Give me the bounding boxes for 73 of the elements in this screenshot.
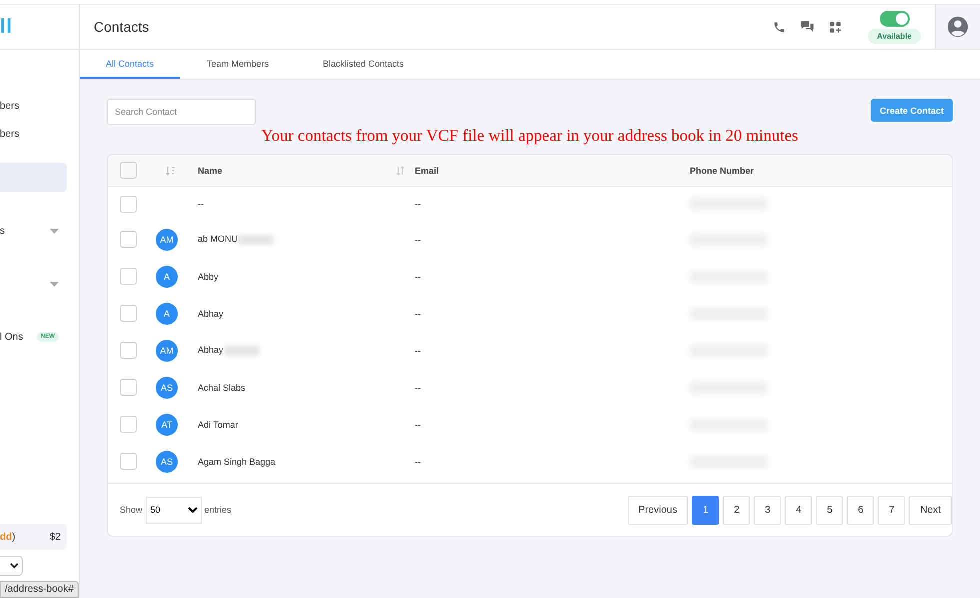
entries-label: entries <box>204 505 232 515</box>
user-avatar-icon[interactable] <box>947 16 969 38</box>
logo: ll <box>0 16 14 38</box>
contact-name: Abby <box>198 272 219 282</box>
availability-toggle[interactable] <box>880 10 910 26</box>
page-title: Contacts <box>94 19 150 35</box>
contact-name: Abhay <box>198 308 224 318</box>
table-cell-text: -- <box>415 308 422 318</box>
table-cell-text: -- <box>415 346 422 356</box>
sidebar-item[interactable]: bers <box>0 92 67 120</box>
column-header: Email <box>415 166 440 176</box>
show-label: Show <box>120 505 143 515</box>
table-cell-text: -- <box>415 234 422 244</box>
contact-name: ab MONU <box>198 234 238 244</box>
tab[interactable]: Team Members <box>180 50 296 79</box>
row-checkbox[interactable] <box>120 305 137 322</box>
sidebar-label: bers <box>0 128 20 140</box>
avatar: AT <box>156 414 178 436</box>
sidebar-item[interactable]: bers <box>0 120 67 148</box>
caret-icon <box>50 228 59 234</box>
avatar: AM <box>156 340 178 362</box>
contact-name: Achal Slabs <box>198 382 246 392</box>
page-button[interactable]: 2 <box>723 496 750 524</box>
contact-name: Agam Singh Bagga <box>198 456 276 466</box>
tab[interactable]: All Contacts <box>80 50 180 79</box>
row-checkbox[interactable] <box>120 379 137 396</box>
avatar: A <box>156 266 178 288</box>
sort-icon[interactable] <box>396 166 405 176</box>
select-all-checkbox[interactable] <box>120 162 137 179</box>
row-checkbox[interactable] <box>120 196 137 212</box>
page-button[interactable]: 7 <box>878 496 906 524</box>
sidebar-item[interactable]: s <box>0 217 67 245</box>
credit-link[interactable]: dd) <box>0 532 16 542</box>
row-checkbox[interactable] <box>120 231 137 248</box>
avatar: AM <box>156 228 178 250</box>
table-cell-text: -- <box>415 272 422 282</box>
page-button[interactable]: 5 <box>816 496 844 524</box>
sidebar-label: s <box>0 226 5 236</box>
column-header: Name <box>198 166 223 176</box>
search-field[interactable]: Search Contact <box>107 99 256 125</box>
sort-icon[interactable] <box>166 166 176 176</box>
page-button[interactable]: Previous <box>628 496 688 524</box>
page-button[interactable]: 3 <box>754 496 782 524</box>
contact-name: Abhay <box>198 345 224 356</box>
entries-select[interactable]: 50 <box>146 496 202 524</box>
avatar: AS <box>156 376 178 398</box>
column-header: Phone Number <box>690 166 756 176</box>
sidebar-select[interactable] <box>0 556 23 576</box>
contact-name: Adi Tomar <box>198 420 238 430</box>
table-cell-text: -- <box>415 420 422 430</box>
table-cell-text: -- <box>415 382 422 392</box>
avatar: A <box>156 302 178 324</box>
page-button[interactable]: 4 <box>785 496 812 524</box>
status-url: /address-book# <box>0 581 79 598</box>
row-checkbox[interactable] <box>120 416 137 433</box>
chevron-down-icon <box>10 563 19 569</box>
avatar: AS <box>156 450 178 472</box>
status-badge: Available <box>868 28 921 44</box>
contact-name: -- <box>198 199 204 209</box>
notice-text: Your contacts from your VCF file will appear in your address book in 20 minutes <box>260 126 800 146</box>
table-cell-text: -- <box>415 456 422 466</box>
credit-amount: $2 <box>50 532 61 542</box>
page-button[interactable]: 1 <box>692 496 720 524</box>
row-checkbox[interactable] <box>120 453 137 470</box>
table-cell-text: -- <box>415 199 422 209</box>
sidebar-label: l Ons <box>0 332 24 342</box>
row-checkbox[interactable] <box>120 342 137 359</box>
caret-icon <box>50 282 59 286</box>
page-button[interactable]: Next <box>909 496 952 524</box>
page-button[interactable]: 6 <box>847 496 874 524</box>
row-checkbox[interactable] <box>120 268 137 285</box>
sidebar-label: bers <box>0 100 20 112</box>
tab[interactable]: Blacklisted Contacts <box>296 50 432 79</box>
